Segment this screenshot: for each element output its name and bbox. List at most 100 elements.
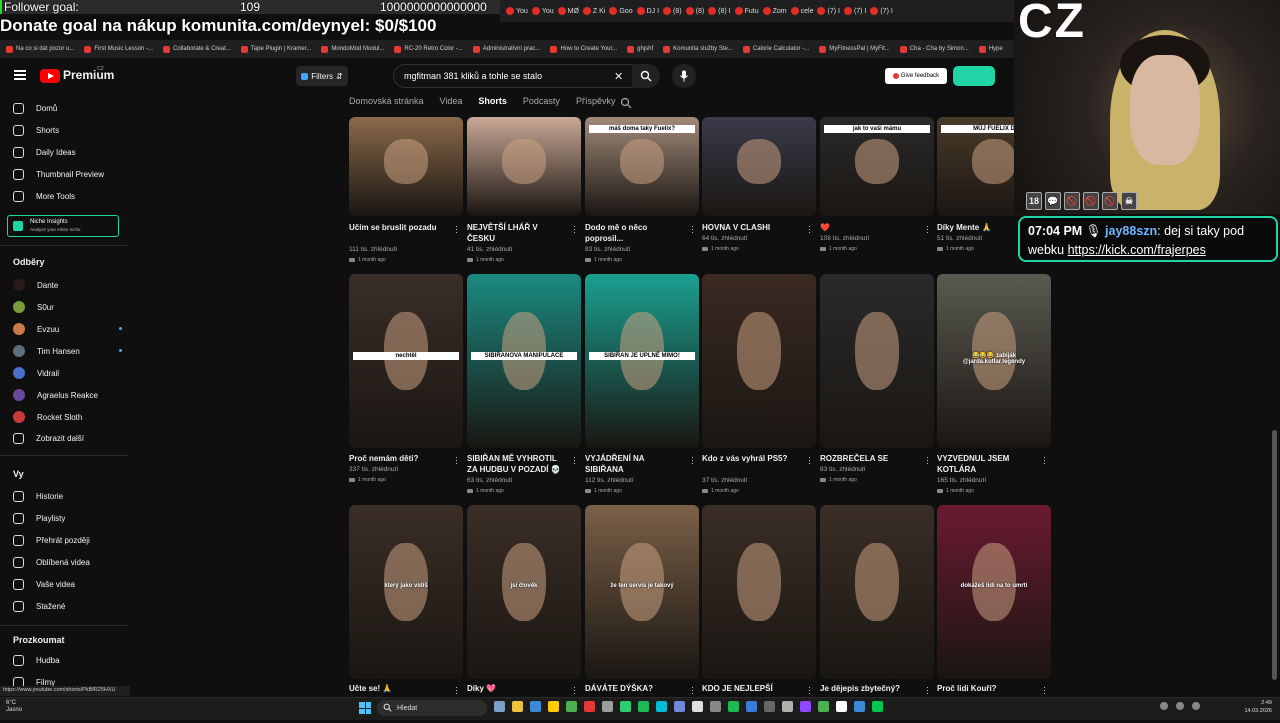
- bookmark-item[interactable]: Hype: [978, 43, 1003, 55]
- taskbar-clock[interactable]: 2:49 14.03.2026: [1232, 699, 1272, 715]
- taskbar-app-icon[interactable]: [872, 701, 883, 712]
- browser-tab[interactable]: You: [506, 3, 528, 19]
- weather-widget[interactable]: 6°C Jasno: [6, 700, 22, 714]
- bookmark-item[interactable]: Na co si dát pozor u...: [6, 43, 74, 55]
- more-options-icon[interactable]: ···: [573, 222, 576, 237]
- sidebar-item[interactable]: Historie: [13, 491, 128, 502]
- more-options-icon[interactable]: ···: [808, 222, 811, 237]
- voice-search-button[interactable]: [672, 64, 696, 88]
- network-icon[interactable]: [1176, 702, 1184, 710]
- short-thumbnail[interactable]: jak to vaši mámu: [820, 117, 934, 216]
- browser-tab[interactable]: cele: [790, 3, 813, 19]
- bookmark-item[interactable]: Tape Plugin | Kramer...: [240, 43, 311, 55]
- search-button[interactable]: [632, 64, 660, 88]
- more-options-icon[interactable]: ···: [455, 222, 458, 237]
- more-options-icon[interactable]: ···: [573, 453, 576, 468]
- youtube-logo-icon[interactable]: [40, 69, 60, 83]
- taskbar-app-icon[interactable]: [584, 701, 595, 712]
- short-thumbnail[interactable]: jsi člověk: [467, 505, 581, 679]
- short-title[interactable]: Kdo z vás vyhrál PS5?: [702, 453, 802, 464]
- taskbar-app-icon[interactable]: [710, 701, 721, 712]
- sidebar-item[interactable]: More Tools: [13, 191, 128, 202]
- bookmark-item[interactable]: First Music Lesson -...: [84, 43, 153, 55]
- sidebar-item[interactable]: Přehrát později: [13, 535, 128, 546]
- short-card[interactable]: Kdo z vás vyhrál PS5? · · · 37 tis. zhlédnut…: [702, 274, 816, 494]
- browser-tab[interactable]: Goo: [609, 3, 633, 19]
- channel-tab[interactable]: Videa: [440, 96, 463, 106]
- channel-tab[interactable]: Příspěvky: [576, 96, 616, 106]
- bookmark-item[interactable]: MyFitnessPal | MyFit...: [819, 43, 890, 55]
- short-thumbnail[interactable]: [349, 117, 463, 216]
- short-thumbnail[interactable]: který jako vidíš: [349, 505, 463, 679]
- taskbar-app-icon[interactable]: [566, 701, 577, 712]
- browser-tab[interactable]: (8) I: [708, 3, 731, 19]
- bookmark-item[interactable]: Administrativní prac...: [472, 43, 540, 55]
- short-card[interactable]: Učím se bruslit pozadu · · · 111 tis. zhlédn…: [349, 117, 463, 263]
- short-thumbnail[interactable]: SIBIŘANOVA MANIPULACE: [467, 274, 581, 448]
- short-card[interactable]: který jako vidíš Učte se! 🙏 · · ·: [349, 505, 463, 723]
- filters-button[interactable]: Filters ⇵: [296, 66, 348, 86]
- short-card[interactable]: 😂😂😂 zabiják @jarda.kotlar.legendy VYZVEDN…: [937, 274, 1051, 494]
- taskbar-app-icon[interactable]: [620, 701, 631, 712]
- taskbar-app-icon[interactable]: [656, 701, 667, 712]
- sidebar-item[interactable]: Stažené: [13, 601, 128, 612]
- browser-tab[interactable]: (8): [685, 3, 704, 19]
- short-title[interactable]: KDO JE NEJLEPŠÍ: [702, 683, 802, 694]
- more-options-icon[interactable]: ···: [926, 453, 929, 468]
- windows-start-icon[interactable]: [359, 702, 371, 714]
- short-card[interactable]: jak to vaši mámu ❤️ · · · 108 tis. zhlédnutí 1…: [820, 117, 934, 262]
- browser-tab[interactable]: (7) I: [843, 3, 866, 19]
- bookmark-item[interactable]: Komunita služby Ste...: [663, 43, 733, 55]
- browser-tab[interactable]: MØ: [557, 3, 579, 19]
- sidebar-item[interactable]: Tim Hansen: [13, 345, 128, 357]
- taskbar-app-icon[interactable]: [854, 701, 865, 712]
- browser-tab[interactable]: You: [531, 3, 554, 19]
- youtube-premium-label[interactable]: Premium: [63, 68, 114, 82]
- taskbar-app-icon[interactable]: [530, 701, 541, 712]
- short-card[interactable]: nechtěl Proč nemám děti? · · · 337 tis. zhléd…: [349, 274, 463, 493]
- short-thumbnail[interactable]: [820, 505, 934, 679]
- sidebar-item[interactable]: Agraelus Reakce: [13, 389, 128, 401]
- taskbar-app-icon[interactable]: [836, 701, 847, 712]
- clear-search-icon[interactable]: ✕: [614, 70, 623, 83]
- more-options-icon[interactable]: ···: [926, 222, 929, 237]
- sidebar-item[interactable]: Vaše videa: [13, 579, 128, 590]
- taskbar-app-icon[interactable]: [512, 701, 523, 712]
- short-title[interactable]: Dodo mě o něco poprosil...: [585, 222, 685, 244]
- sidebar-item[interactable]: Zobrazit další: [13, 433, 128, 444]
- browser-tab[interactable]: (8): [663, 3, 682, 19]
- short-thumbnail[interactable]: SIBIŘAN JE ÚPLNĚ MIMO!: [585, 274, 699, 448]
- sidebar-item[interactable]: Evzuu: [13, 323, 128, 335]
- short-card[interactable]: Je dějepis zbytečný? · · ·: [820, 505, 934, 723]
- sidebar-item[interactable]: S0ur: [13, 301, 128, 313]
- short-card[interactable]: SIBIŘAN JE ÚPLNĚ MIMO! VYJÁDŘENÍ NA SIBIŘ…: [585, 274, 699, 494]
- short-title[interactable]: DÁVÁTE DÝŠKA?: [585, 683, 685, 694]
- browser-tab[interactable]: Zom: [762, 3, 787, 19]
- short-card[interactable]: že ten servis je takový DÁVÁTE DÝŠKA? · · ·: [585, 505, 699, 723]
- short-title[interactable]: Je dějepis zbytečný?: [820, 683, 920, 694]
- short-title[interactable]: Proč nemám děti?: [349, 453, 449, 464]
- channel-search-icon[interactable]: [620, 97, 632, 109]
- hamburger-menu-icon[interactable]: [14, 70, 26, 80]
- short-card[interactable]: KDO JE NEJLEPŠÍ · · ·: [702, 505, 816, 723]
- sidebar-item[interactable]: Shorts: [13, 125, 128, 136]
- more-options-icon[interactable]: ···: [926, 683, 929, 698]
- short-thumbnail[interactable]: [820, 274, 934, 448]
- more-options-icon[interactable]: ···: [1043, 683, 1046, 698]
- more-options-icon[interactable]: ···: [455, 683, 458, 698]
- browser-tab[interactable]: Futu: [734, 3, 759, 19]
- short-thumbnail[interactable]: 😂😂😂 zabiják @jarda.kotlar.legendy: [937, 274, 1051, 448]
- short-thumbnail[interactable]: máš doma taky Fuelix?: [585, 117, 699, 216]
- bookmark-item[interactable]: Cha - Cha by Simon...: [899, 43, 969, 55]
- short-title[interactable]: NEJVĚTŠÍ LHÁŘ V ČESKU: [467, 222, 567, 244]
- short-thumbnail[interactable]: že ten servis je takový: [585, 505, 699, 679]
- taskbar-app-icon[interactable]: [746, 701, 757, 712]
- channel-tab[interactable]: Podcasty: [523, 96, 560, 106]
- short-title[interactable]: ❤️: [820, 222, 920, 233]
- taskbar-app-icon[interactable]: [728, 701, 739, 712]
- short-title[interactable]: VYJÁDŘENÍ NA SIBIŘANA: [585, 453, 685, 475]
- short-card[interactable]: HOVNA V CLASHI · · · 64 tis. zhlédnutí 1 mont…: [702, 117, 816, 262]
- sidebar-item[interactable]: Thumbnail Preview: [13, 169, 128, 180]
- extension-button[interactable]: [953, 66, 995, 86]
- subscriptions-header[interactable]: Odběry: [13, 257, 45, 267]
